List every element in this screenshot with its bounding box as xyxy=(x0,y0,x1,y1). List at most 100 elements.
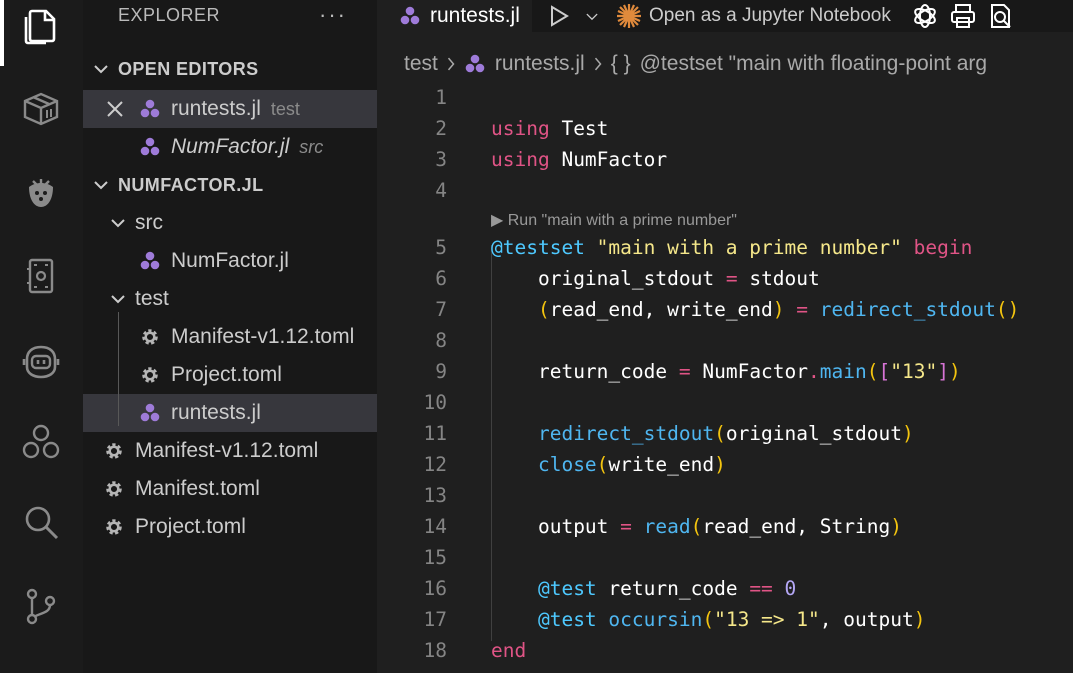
code-token: ) xyxy=(901,422,914,445)
file-item-selected[interactable]: runtests.jl xyxy=(83,394,377,432)
file-item[interactable]: Manifest.toml xyxy=(83,470,377,508)
code-token: original_stdout xyxy=(725,422,902,445)
line-number: 12 xyxy=(423,453,447,476)
code-token: close xyxy=(537,453,597,476)
code-token: redirect_stdout xyxy=(819,298,996,321)
code-line: 18 end xyxy=(377,635,1073,666)
open-editor-desc: test xyxy=(270,98,300,119)
activity-bar xyxy=(0,0,83,673)
source-control-icon[interactable] xyxy=(17,582,65,630)
breadcrumb-symbol[interactable]: @testset "main with floating-point arg xyxy=(640,52,987,76)
code-token: = xyxy=(678,360,691,383)
folder-src[interactable]: src xyxy=(83,204,377,242)
code-token: "13" xyxy=(890,360,938,383)
line-number: 13 xyxy=(423,484,447,507)
jupyter-button[interactable]: Open as a Jupyter Notebook xyxy=(615,2,911,30)
breadcrumb-file[interactable]: runtests.jl xyxy=(495,52,585,76)
code-token: NumFactor xyxy=(702,360,809,383)
preview-search-button[interactable] xyxy=(987,2,1015,30)
code-token: return_code xyxy=(608,577,738,600)
julia-circles-icon[interactable] xyxy=(17,418,65,466)
package-box-icon[interactable] xyxy=(17,84,65,132)
code-token: () xyxy=(995,298,1020,321)
explorer-files-icon[interactable] xyxy=(17,2,65,50)
gear-icon xyxy=(106,481,122,497)
tab-runtests[interactable]: runtests.jl xyxy=(377,0,532,32)
file-item[interactable]: Project.toml xyxy=(83,356,377,394)
explorer-header: EXPLORER ··· xyxy=(83,0,377,38)
code-token: read xyxy=(643,515,691,538)
code-token: ) xyxy=(714,453,726,476)
file-item[interactable]: Manifest-v1.12.toml xyxy=(83,318,377,356)
print-button[interactable] xyxy=(949,2,977,30)
code-token: NumFactor xyxy=(561,148,668,171)
open-editor-item[interactable]: NumFactor.jl src xyxy=(83,128,377,166)
file-label: NumFactor.jl xyxy=(171,249,289,272)
search-icon[interactable] xyxy=(17,498,65,546)
chevron-down-icon xyxy=(94,181,108,190)
julia-file-icon xyxy=(465,54,485,73)
play-icon xyxy=(551,5,569,27)
project-label: NUMFACTOR.JL xyxy=(118,174,264,195)
julia-file-icon xyxy=(400,6,420,25)
jupyter-icon xyxy=(617,4,641,28)
code-line: 16 @test return_code == 0 xyxy=(377,573,1073,604)
chevron-down-icon xyxy=(111,295,125,304)
code-token: original_stdout xyxy=(537,267,715,290)
file-item[interactable]: Project.toml xyxy=(83,508,377,546)
run-button[interactable] xyxy=(545,2,573,30)
chatgpt-button[interactable] xyxy=(911,2,939,30)
file-label: Manifest.toml xyxy=(135,477,260,500)
line-number: 5 xyxy=(435,236,447,259)
code-line: 13 xyxy=(377,480,1073,511)
code-line: 12 close(write_end) xyxy=(377,449,1073,480)
julia-file-icon xyxy=(140,403,160,422)
run-dropdown-button[interactable] xyxy=(583,2,601,30)
code-token: return_code xyxy=(537,360,668,383)
line-number: 3 xyxy=(435,148,447,171)
copilot-robot-icon[interactable] xyxy=(17,336,65,384)
code-token: ( xyxy=(866,360,879,383)
open-editor-item[interactable]: runtests.jl test xyxy=(83,90,377,128)
line-number: 6 xyxy=(435,267,447,290)
code-token: = xyxy=(796,298,809,321)
code-token: @test xyxy=(537,608,597,631)
gear-icon xyxy=(106,443,122,459)
line-number: 2 xyxy=(435,117,447,140)
julia-file-icon xyxy=(140,99,160,118)
notebook-icon[interactable] xyxy=(17,252,65,300)
code-token: redirect_stdout xyxy=(537,422,715,445)
line-number: 18 xyxy=(423,639,447,662)
project-section[interactable]: NUMFACTOR.JL xyxy=(83,166,377,204)
open-editors-label: OPEN EDITORS xyxy=(118,58,259,79)
code-token: ( xyxy=(702,608,715,631)
open-editors-section[interactable]: OPEN EDITORS xyxy=(83,38,377,90)
tree-indent-guide xyxy=(118,312,119,426)
more-actions-button[interactable]: ··· xyxy=(319,0,347,30)
breadcrumb: test runtests.jl { } @testset "main with… xyxy=(377,46,1073,82)
chevron-down-icon xyxy=(586,13,598,21)
code-line: 4 xyxy=(377,175,1073,206)
openai-icon xyxy=(914,4,936,28)
code-token: ) xyxy=(913,608,926,631)
folder-label: src xyxy=(135,211,163,234)
julia-plots-icon[interactable] xyxy=(17,168,65,216)
code-line: 14 output = read(read_end, String) xyxy=(377,511,1073,542)
breadcrumb-folder[interactable]: test xyxy=(404,52,438,76)
file-item[interactable]: Manifest-v1.12.toml xyxy=(83,432,377,470)
line-number: 11 xyxy=(423,422,447,445)
file-item[interactable]: NumFactor.jl xyxy=(83,242,377,280)
code-token: output xyxy=(537,515,609,538)
line-number: 14 xyxy=(423,515,447,538)
line-number: 8 xyxy=(435,329,447,352)
code-token: "13 => 1" xyxy=(714,608,820,631)
file-label: Project.toml xyxy=(171,363,282,386)
close-icon[interactable] xyxy=(105,99,125,119)
chevron-down-icon xyxy=(111,219,125,228)
code-line: 8 xyxy=(377,325,1073,356)
code-token: end xyxy=(491,639,527,662)
code-token: [ xyxy=(878,360,891,383)
line-number: 1 xyxy=(435,86,447,109)
code-token: == xyxy=(749,577,773,600)
folder-test[interactable]: test xyxy=(83,280,377,318)
